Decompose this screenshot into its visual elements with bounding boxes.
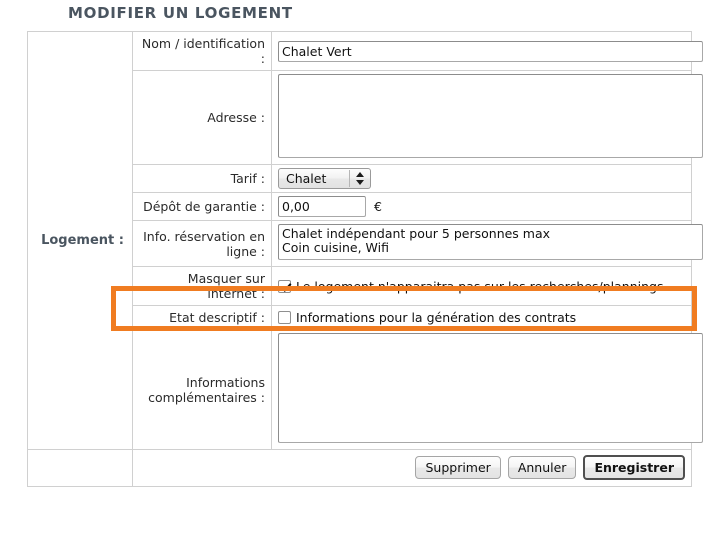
label-masquer-sur-internet: Masquer sur internet : <box>132 266 272 306</box>
adresse-textarea[interactable] <box>278 74 703 158</box>
enregistrer-button[interactable]: Enregistrer <box>583 455 685 480</box>
form-button-bar: Supprimer Annuler Enregistrer <box>133 450 691 486</box>
depot-garantie-input[interactable] <box>278 196 366 217</box>
annuler-button[interactable]: Annuler <box>507 456 577 479</box>
field-cell-tarif: Chalet <box>271 164 692 193</box>
tarif-select-value: Chalet <box>286 171 327 186</box>
select-divider <box>349 170 350 187</box>
field-cell-etat-descriptif: Informations pour la génération des cont… <box>271 305 692 330</box>
field-cell-nom <box>271 31 703 71</box>
etat-descriptif-checkbox-row[interactable]: Informations pour la génération des cont… <box>278 310 687 325</box>
label-informations-complementaires: Informations complémentaires : <box>132 329 272 450</box>
field-cell-masquer: Le logement n'apparaitra pas sur les rec… <box>271 266 692 306</box>
label-depot-garantie: Dépôt de garantie : <box>132 192 272 221</box>
label-tarif: Tarif : <box>132 164 272 193</box>
field-cell-adresse <box>271 70 703 165</box>
actions-spacer-cell <box>27 449 133 487</box>
chevron-updown-icon <box>356 172 365 185</box>
field-cell-depot: € <box>271 192 692 221</box>
label-nom-identification: Nom / identification : <box>132 31 272 71</box>
masquer-sur-internet-checkbox-label: Le logement n'apparaitra pas sur les rec… <box>296 278 664 294</box>
table-row-nom: Logement : Nom / identification : <box>27 31 703 450</box>
field-cell-info-reservation: Chalet indépendant pour 5 personnes max … <box>271 220 703 267</box>
page-root: MODIFIER UN LOGEMENT Logement : Nom / id… <box>0 0 708 550</box>
supprimer-button[interactable]: Supprimer <box>415 456 501 479</box>
etat-descriptif-checkbox-label: Informations pour la génération des cont… <box>296 310 577 325</box>
page-title: MODIFIER UN LOGEMENT <box>68 4 293 22</box>
etat-descriptif-checkbox[interactable] <box>278 311 291 324</box>
table-row-actions: Supprimer Annuler Enregistrer <box>27 449 692 487</box>
actions-cell: Supprimer Annuler Enregistrer <box>132 449 692 487</box>
label-adresse: Adresse : <box>132 70 272 165</box>
masquer-sur-internet-checkbox[interactable] <box>278 279 291 293</box>
field-cell-informations-complementaires <box>271 329 703 450</box>
label-info-reservation: Info. réservation en ligne : <box>132 220 272 267</box>
section-label-logement: Logement : <box>27 31 133 450</box>
tarif-select[interactable]: Chalet <box>278 168 371 189</box>
informations-complementaires-textarea[interactable] <box>278 333 703 443</box>
info-reservation-textarea[interactable]: Chalet indépendant pour 5 personnes max … <box>278 224 703 260</box>
nom-identification-input[interactable] <box>278 40 703 62</box>
masquer-checkbox-row[interactable]: Le logement n'apparaitra pas sur les rec… <box>278 279 687 294</box>
logement-form-table: Logement : Nom / identification : Adress… <box>27 31 703 487</box>
currency-symbol: € <box>374 199 382 214</box>
label-etat-descriptif: Etat descriptif : <box>132 305 272 330</box>
